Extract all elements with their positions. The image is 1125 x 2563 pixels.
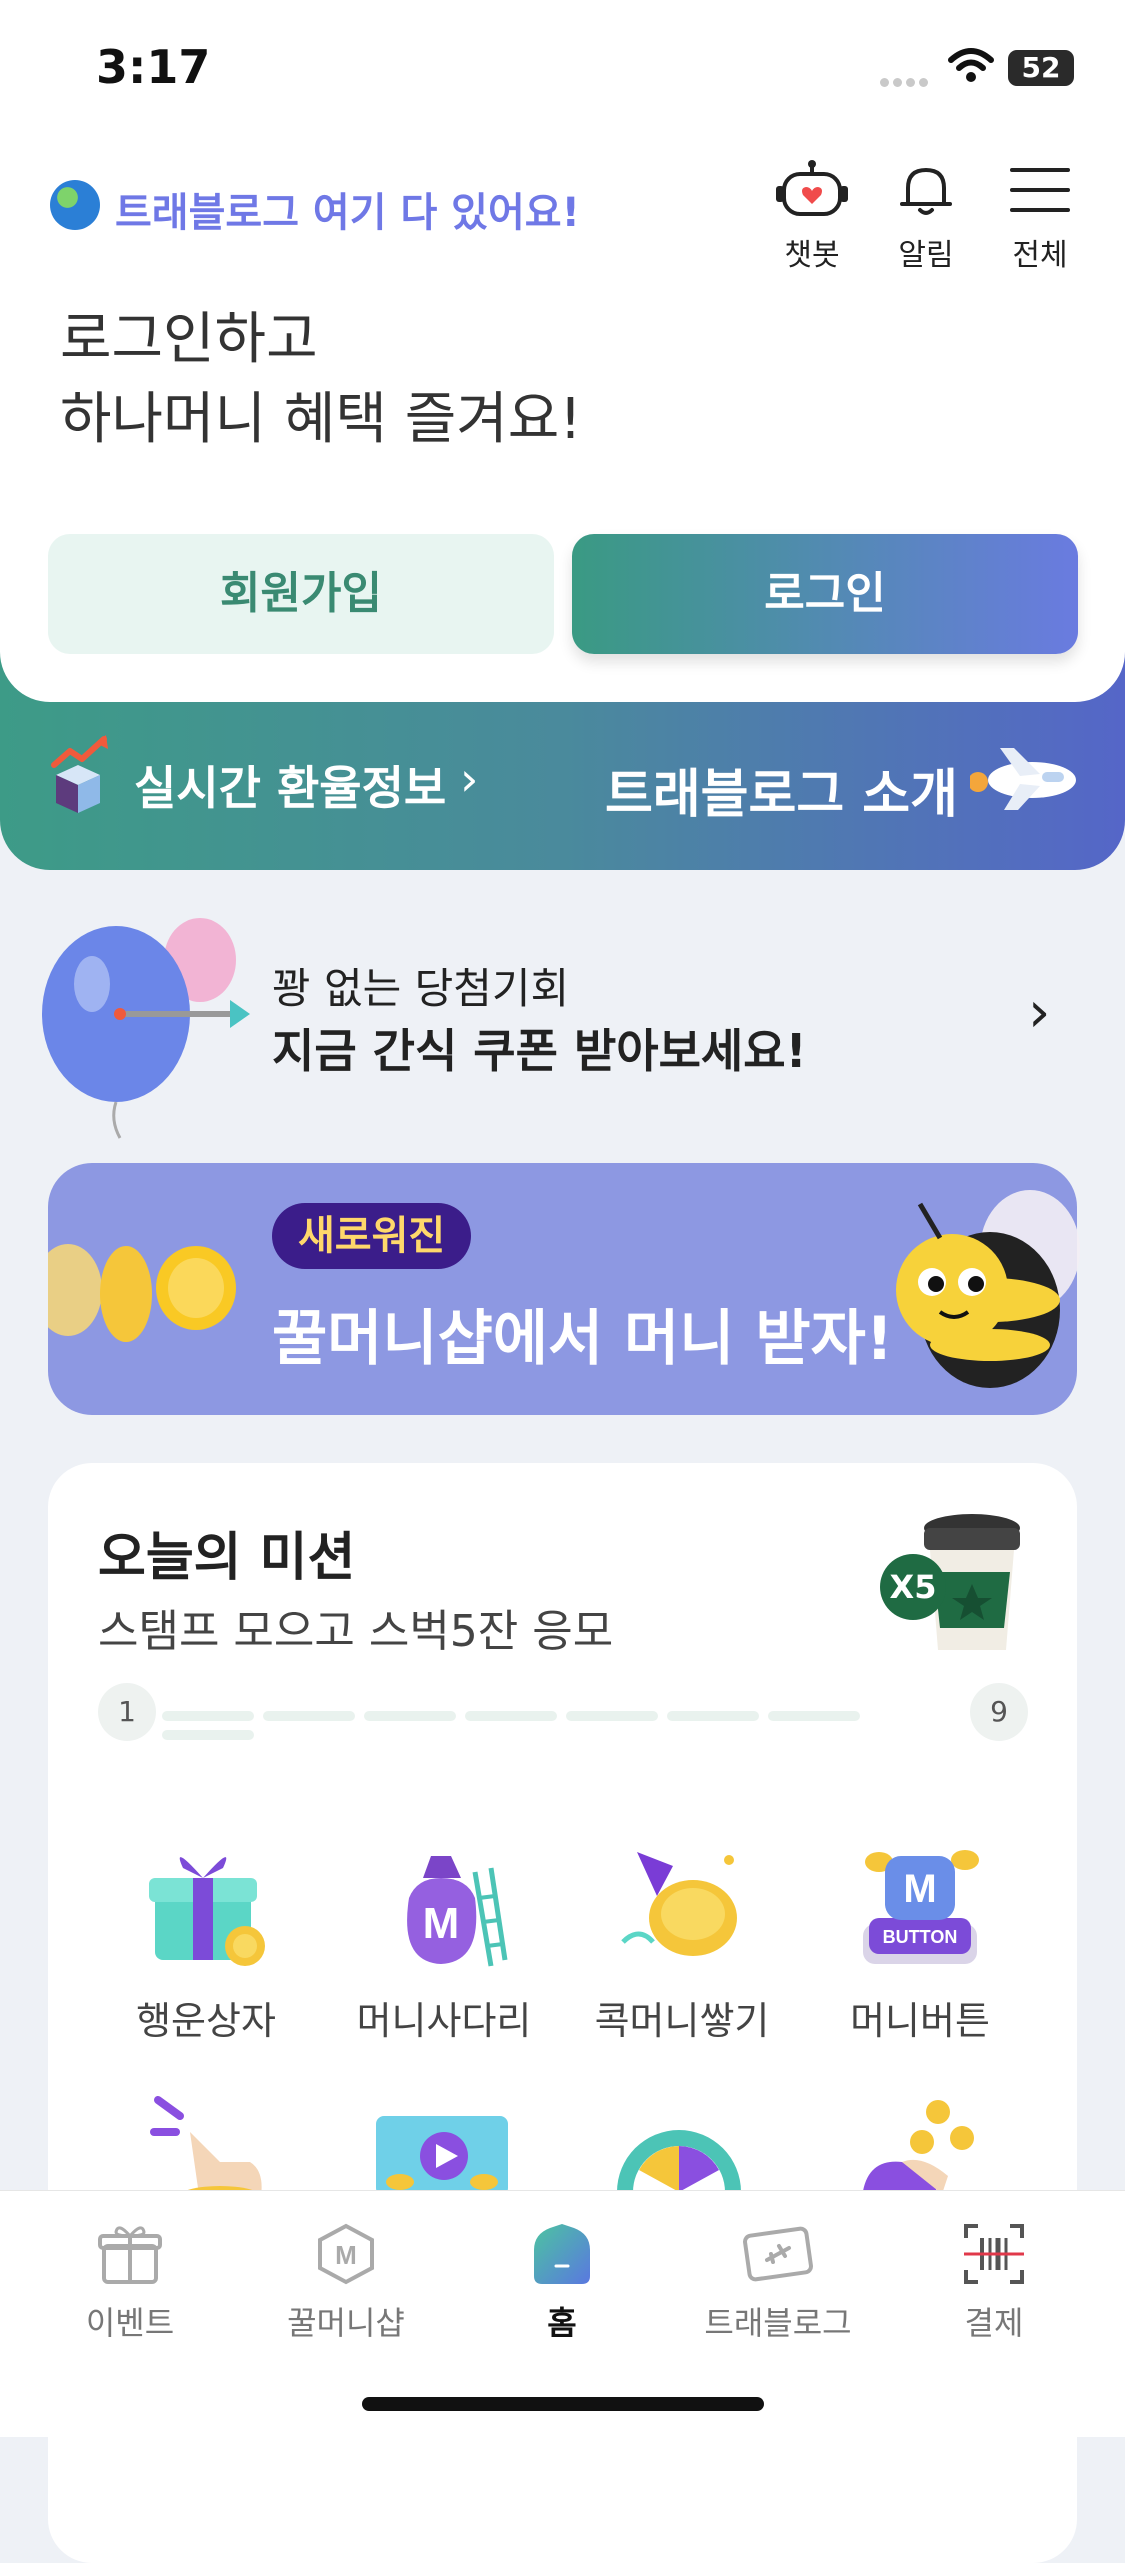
login-prompt-line2: 하나머니 혜택 즐겨요! [60, 387, 582, 452]
notification-button[interactable]: 알림 [876, 160, 976, 274]
cellular-signal-icon [880, 72, 938, 87]
tab-honey-shop[interactable]: M 꿀머니샵 [246, 2222, 446, 2344]
exchange-rate-link[interactable]: 실시간 환율정보 [134, 752, 446, 818]
login-prompt: 로그인하고 하나머니 혜택 즐겨요! [60, 300, 582, 460]
login-button[interactable]: 로그인 [572, 534, 1078, 654]
wifi-icon [948, 48, 994, 82]
all-menu-label: 전체 [1012, 238, 1068, 273]
login-prompt-line1: 로그인하고 [60, 307, 318, 372]
chatbot-label: 챗봇 [784, 238, 840, 273]
exchange-chart-icon [51, 735, 108, 813]
travel-card-icon [743, 2226, 813, 2282]
bell-icon [900, 168, 952, 215]
bee-icon [896, 1190, 1080, 1388]
button-badge-text: BUTTON [883, 1927, 958, 1947]
tab-payment[interactable]: 결제 [894, 2222, 1094, 2344]
signup-button[interactable]: 회원가입 [48, 534, 554, 654]
all-menu-button[interactable]: 전체 [990, 160, 1090, 274]
notification-label: 알림 [898, 238, 954, 273]
coin-stack-icon [621, 1852, 737, 1956]
mission-item-label: 행운상자 [136, 1999, 276, 2043]
money-button-icon: BUTTON M [863, 1850, 979, 1964]
brand-tagline: 트래블로그 여기 다 있어요! [115, 190, 580, 236]
tab-hexagon-letter: M [335, 2240, 357, 2270]
progress-end-step: 9 [970, 1683, 1028, 1741]
coffee-cup-icon: X5 [880, 1510, 1030, 1660]
mission-item-label: 머니버튼 [850, 1999, 990, 2043]
chevron-right-icon[interactable]: › [1028, 980, 1050, 1045]
new-badge: 새로워진 [272, 1203, 472, 1269]
tab-label: 트래블로그 [704, 2304, 852, 2342]
money-bag-ladder-icon: M [407, 1856, 508, 1967]
status-time: 3:17 [96, 40, 211, 94]
video-play-icon[interactable] [372, 2112, 512, 2202]
chatbot-icon [776, 160, 848, 216]
hand-coins-icon[interactable] [852, 2098, 982, 2198]
bag-letter: M [423, 1899, 460, 1948]
chevron-right-icon: › [460, 752, 479, 806]
chatbot-button[interactable]: 챗봇 [762, 160, 862, 274]
mission-progress-bar [162, 1706, 964, 1740]
tab-label: 결제 [964, 2304, 1024, 2342]
mission-item-coin-stack[interactable]: 콕머니쌓기 [572, 1842, 792, 2045]
home-indicator[interactable] [362, 2397, 764, 2411]
mission-title: 오늘의 미션 [98, 1528, 356, 1588]
promo-title-link[interactable]: 지금 간식 쿠폰 받아보세요! [272, 1015, 807, 1081]
mission-item-label: 콕머니쌓기 [594, 1999, 770, 2043]
mission-item-money-ladder[interactable]: M 머니사다리 [334, 1842, 554, 2045]
cup-multiplier-badge: X5 [880, 1554, 946, 1620]
tab-travelog[interactable]: 트래블로그 [678, 2222, 878, 2344]
tab-label: 홈 [547, 2304, 577, 2342]
tap-hand-icon[interactable] [150, 2092, 270, 2202]
barcode-scan-icon [964, 2224, 1024, 2284]
travelog-intro-link[interactable]: 트래블로그 소개 [605, 752, 958, 827]
promo-subtitle: 꽝 없는 당첨기회 [272, 964, 570, 1013]
home-icon [534, 2224, 590, 2284]
mission-item-money-button[interactable]: BUTTON M 머니버튼 [810, 1842, 1030, 2045]
mission-subtitle: 스탬프 모으고 스벅5잔 응모 [98, 1606, 614, 1657]
balloon-dart-icon [42, 918, 250, 1139]
progress-start-step: 1 [98, 1683, 156, 1741]
tab-label: 꿀머니샵 [287, 2304, 405, 2342]
airplane-icon [970, 748, 1076, 810]
tab-event[interactable]: 이벤트 [30, 2222, 230, 2344]
battery-indicator: 52 [1008, 50, 1074, 86]
tab-home[interactable]: 홈 [462, 2222, 662, 2344]
menu-icon [1010, 168, 1070, 212]
hexagon-m-icon: M [318, 2223, 374, 2285]
button-letter: M [903, 1867, 936, 1911]
honey-banner-title: 꿀머니샵에서 머니 받자! [272, 1304, 894, 1374]
gift-box-icon [149, 1857, 265, 1966]
gift-icon [98, 2226, 162, 2284]
tab-label: 이벤트 [85, 2304, 175, 2342]
mission-item-lucky-box[interactable]: 행운상자 [96, 1842, 316, 2045]
globe-icon [50, 180, 100, 230]
gold-coins-icon [48, 1244, 236, 1342]
mission-item-label: 머니사다리 [356, 1999, 532, 2043]
